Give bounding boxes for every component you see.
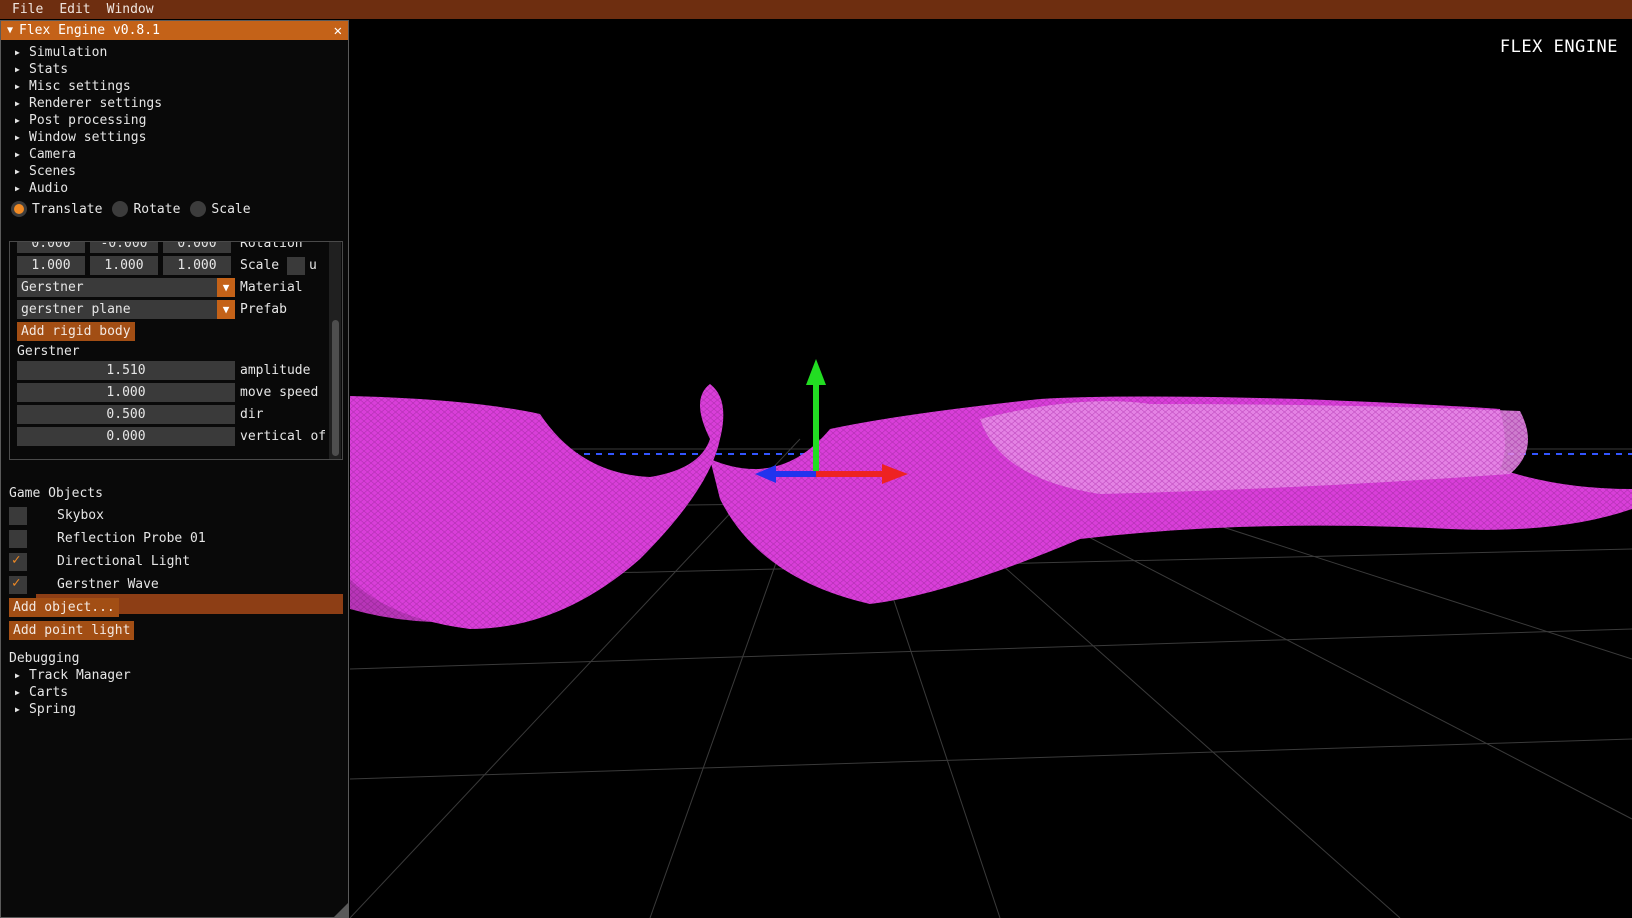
tree-label: Window settings <box>29 130 147 145</box>
tree-window-settings[interactable]: ▶ Window settings <box>15 130 146 145</box>
caret-right-icon: ▶ <box>15 82 20 91</box>
caret-right-icon: ▶ <box>15 167 20 176</box>
dropdown-arrow-icon[interactable]: ▼ <box>217 300 235 319</box>
uniform-scale-checkbox[interactable] <box>287 257 305 275</box>
collapse-triangle-icon[interactable]: ▼ <box>7 25 13 36</box>
add-rigid-body-button[interactable]: Add rigid body <box>17 322 135 341</box>
tree-label: Audio <box>29 181 69 196</box>
close-icon[interactable]: ✕ <box>334 23 342 39</box>
directional-light-checkbox[interactable] <box>9 552 27 571</box>
radio-rotate-label: Rotate <box>133 201 181 217</box>
prefab-value: gerstner plane <box>21 302 131 317</box>
gerstner-component-title: Gerstner <box>17 344 80 359</box>
caret-right-icon: ▶ <box>15 99 20 108</box>
tree-label: Stats <box>29 62 69 77</box>
scale-y-field[interactable]: 1.000 <box>90 256 158 275</box>
tree-label: Scenes <box>29 164 76 179</box>
uniform-scale-label: u <box>309 258 317 273</box>
material-label: Material <box>240 280 303 295</box>
flex-engine-panel[interactable]: ▼ Flex Engine v0.8.1 ✕ ▶ Simulation ▶ Stat… <box>0 20 349 918</box>
gerstner-wave-mesh <box>350 384 1632 629</box>
amplitude-label: amplitude <box>240 363 311 378</box>
prefab-label: Prefab <box>240 302 287 317</box>
game-objects-title: Game Objects <box>9 486 103 501</box>
tree-label: Simulation <box>29 45 108 60</box>
add-object-button[interactable]: Add object... <box>9 598 119 617</box>
radio-translate-label: Translate <box>32 201 103 217</box>
tree-label: Post processing <box>29 113 147 128</box>
caret-right-icon: ▶ <box>15 133 20 142</box>
caret-right-icon: ▶ <box>15 705 20 714</box>
caret-right-icon: ▶ <box>15 116 20 125</box>
tree-label: Renderer settings <box>29 96 163 111</box>
menu-edit[interactable]: Edit <box>59 2 90 17</box>
panel-title-bar[interactable]: ▼ Flex Engine v0.8.1 ✕ <box>1 21 348 40</box>
add-point-light-button[interactable]: Add point light <box>9 621 135 640</box>
tree-carts[interactable]: ▶ Carts <box>15 685 68 700</box>
transform-mode-group: Translate Rotate Scale <box>11 201 261 217</box>
tree-renderer-settings[interactable]: ▶ Renderer settings <box>15 96 162 111</box>
material-value: Gerstner <box>21 280 84 295</box>
caret-right-icon: ▶ <box>15 671 20 680</box>
dropdown-arrow-icon[interactable]: ▼ <box>217 278 235 297</box>
gerstner-wave-checkbox[interactable] <box>9 575 27 594</box>
game-object-skybox[interactable]: Skybox <box>57 506 104 526</box>
tree-camera[interactable]: ▶ Camera <box>15 147 76 162</box>
engine-brand: FLEX ENGINE <box>1499 37 1618 57</box>
move-speed-label: move speed <box>240 385 319 400</box>
panel-title: Flex Engine v0.8.1 <box>19 23 160 38</box>
caret-right-icon: ▶ <box>15 65 20 74</box>
tree-label: Misc settings <box>29 79 131 94</box>
game-object-reflection-probe[interactable]: Reflection Probe 01 <box>57 529 206 549</box>
menu-window[interactable]: Window <box>107 2 154 17</box>
prefab-select[interactable]: gerstner plane ▼ <box>17 300 235 319</box>
tree-label: Camera <box>29 147 76 162</box>
radio-translate[interactable] <box>11 201 27 217</box>
scale-label: Scale <box>240 258 280 273</box>
vertical-offset-label: vertical of <box>240 429 327 444</box>
caret-right-icon: ▶ <box>15 688 20 697</box>
tree-post-processing[interactable]: ▶ Post processing <box>15 113 146 128</box>
dir-field[interactable]: 0.500 <box>17 405 235 424</box>
radio-rotate[interactable] <box>112 201 129 217</box>
resize-grip-icon[interactable] <box>334 903 348 917</box>
rotation-x-field[interactable]: 0.000 <box>17 242 85 253</box>
menubar: File Edit Window <box>0 0 1632 19</box>
vertical-offset-field[interactable]: 0.000 <box>17 427 235 446</box>
tree-stats[interactable]: ▶ Stats <box>15 62 68 77</box>
radio-scale[interactable] <box>190 201 207 217</box>
move-speed-field[interactable]: 1.000 <box>17 383 235 402</box>
material-select[interactable]: Gerstner ▼ <box>17 278 235 297</box>
caret-right-icon: ▶ <box>15 184 20 193</box>
radio-scale-label: Scale <box>211 201 251 217</box>
inspector-panel[interactable]: 0.000 -0.000 0.000 Rotation 1.000 1.000 … <box>9 241 343 460</box>
game-object-gerstner-wave[interactable]: Gerstner Wave <box>57 575 159 595</box>
tree-label: Track Manager <box>29 668 131 683</box>
rotation-y-field[interactable]: -0.000 <box>90 242 158 253</box>
amplitude-field[interactable]: 1.510 <box>17 361 235 380</box>
dir-label: dir <box>240 407 264 422</box>
tree-scenes[interactable]: ▶ Scenes <box>15 164 76 179</box>
tree-spring[interactable]: ▶ Spring <box>15 702 76 717</box>
rotation-label: Rotation <box>240 241 303 251</box>
tree-track-manager[interactable]: ▶ Track Manager <box>15 668 131 683</box>
scale-z-field[interactable]: 1.000 <box>163 256 231 275</box>
tree-audio[interactable]: ▶ Audio <box>15 181 68 196</box>
tree-label: Spring <box>29 702 76 717</box>
rotation-z-field[interactable]: 0.000 <box>163 242 231 253</box>
menu-file[interactable]: File <box>12 2 43 17</box>
tree-label: Carts <box>29 685 69 700</box>
skybox-checkbox[interactable] <box>9 507 27 525</box>
reflection-probe-checkbox[interactable] <box>9 530 27 548</box>
debugging-title: Debugging <box>9 651 80 666</box>
tree-simulation[interactable]: ▶ Simulation <box>15 45 107 60</box>
game-object-directional-light[interactable]: Directional Light <box>57 552 190 572</box>
caret-right-icon: ▶ <box>15 150 20 159</box>
inspector-scroll-thumb[interactable] <box>332 320 339 456</box>
scale-x-field[interactable]: 1.000 <box>17 256 85 275</box>
tree-misc-settings[interactable]: ▶ Misc settings <box>15 79 131 94</box>
caret-right-icon: ▶ <box>15 48 20 57</box>
